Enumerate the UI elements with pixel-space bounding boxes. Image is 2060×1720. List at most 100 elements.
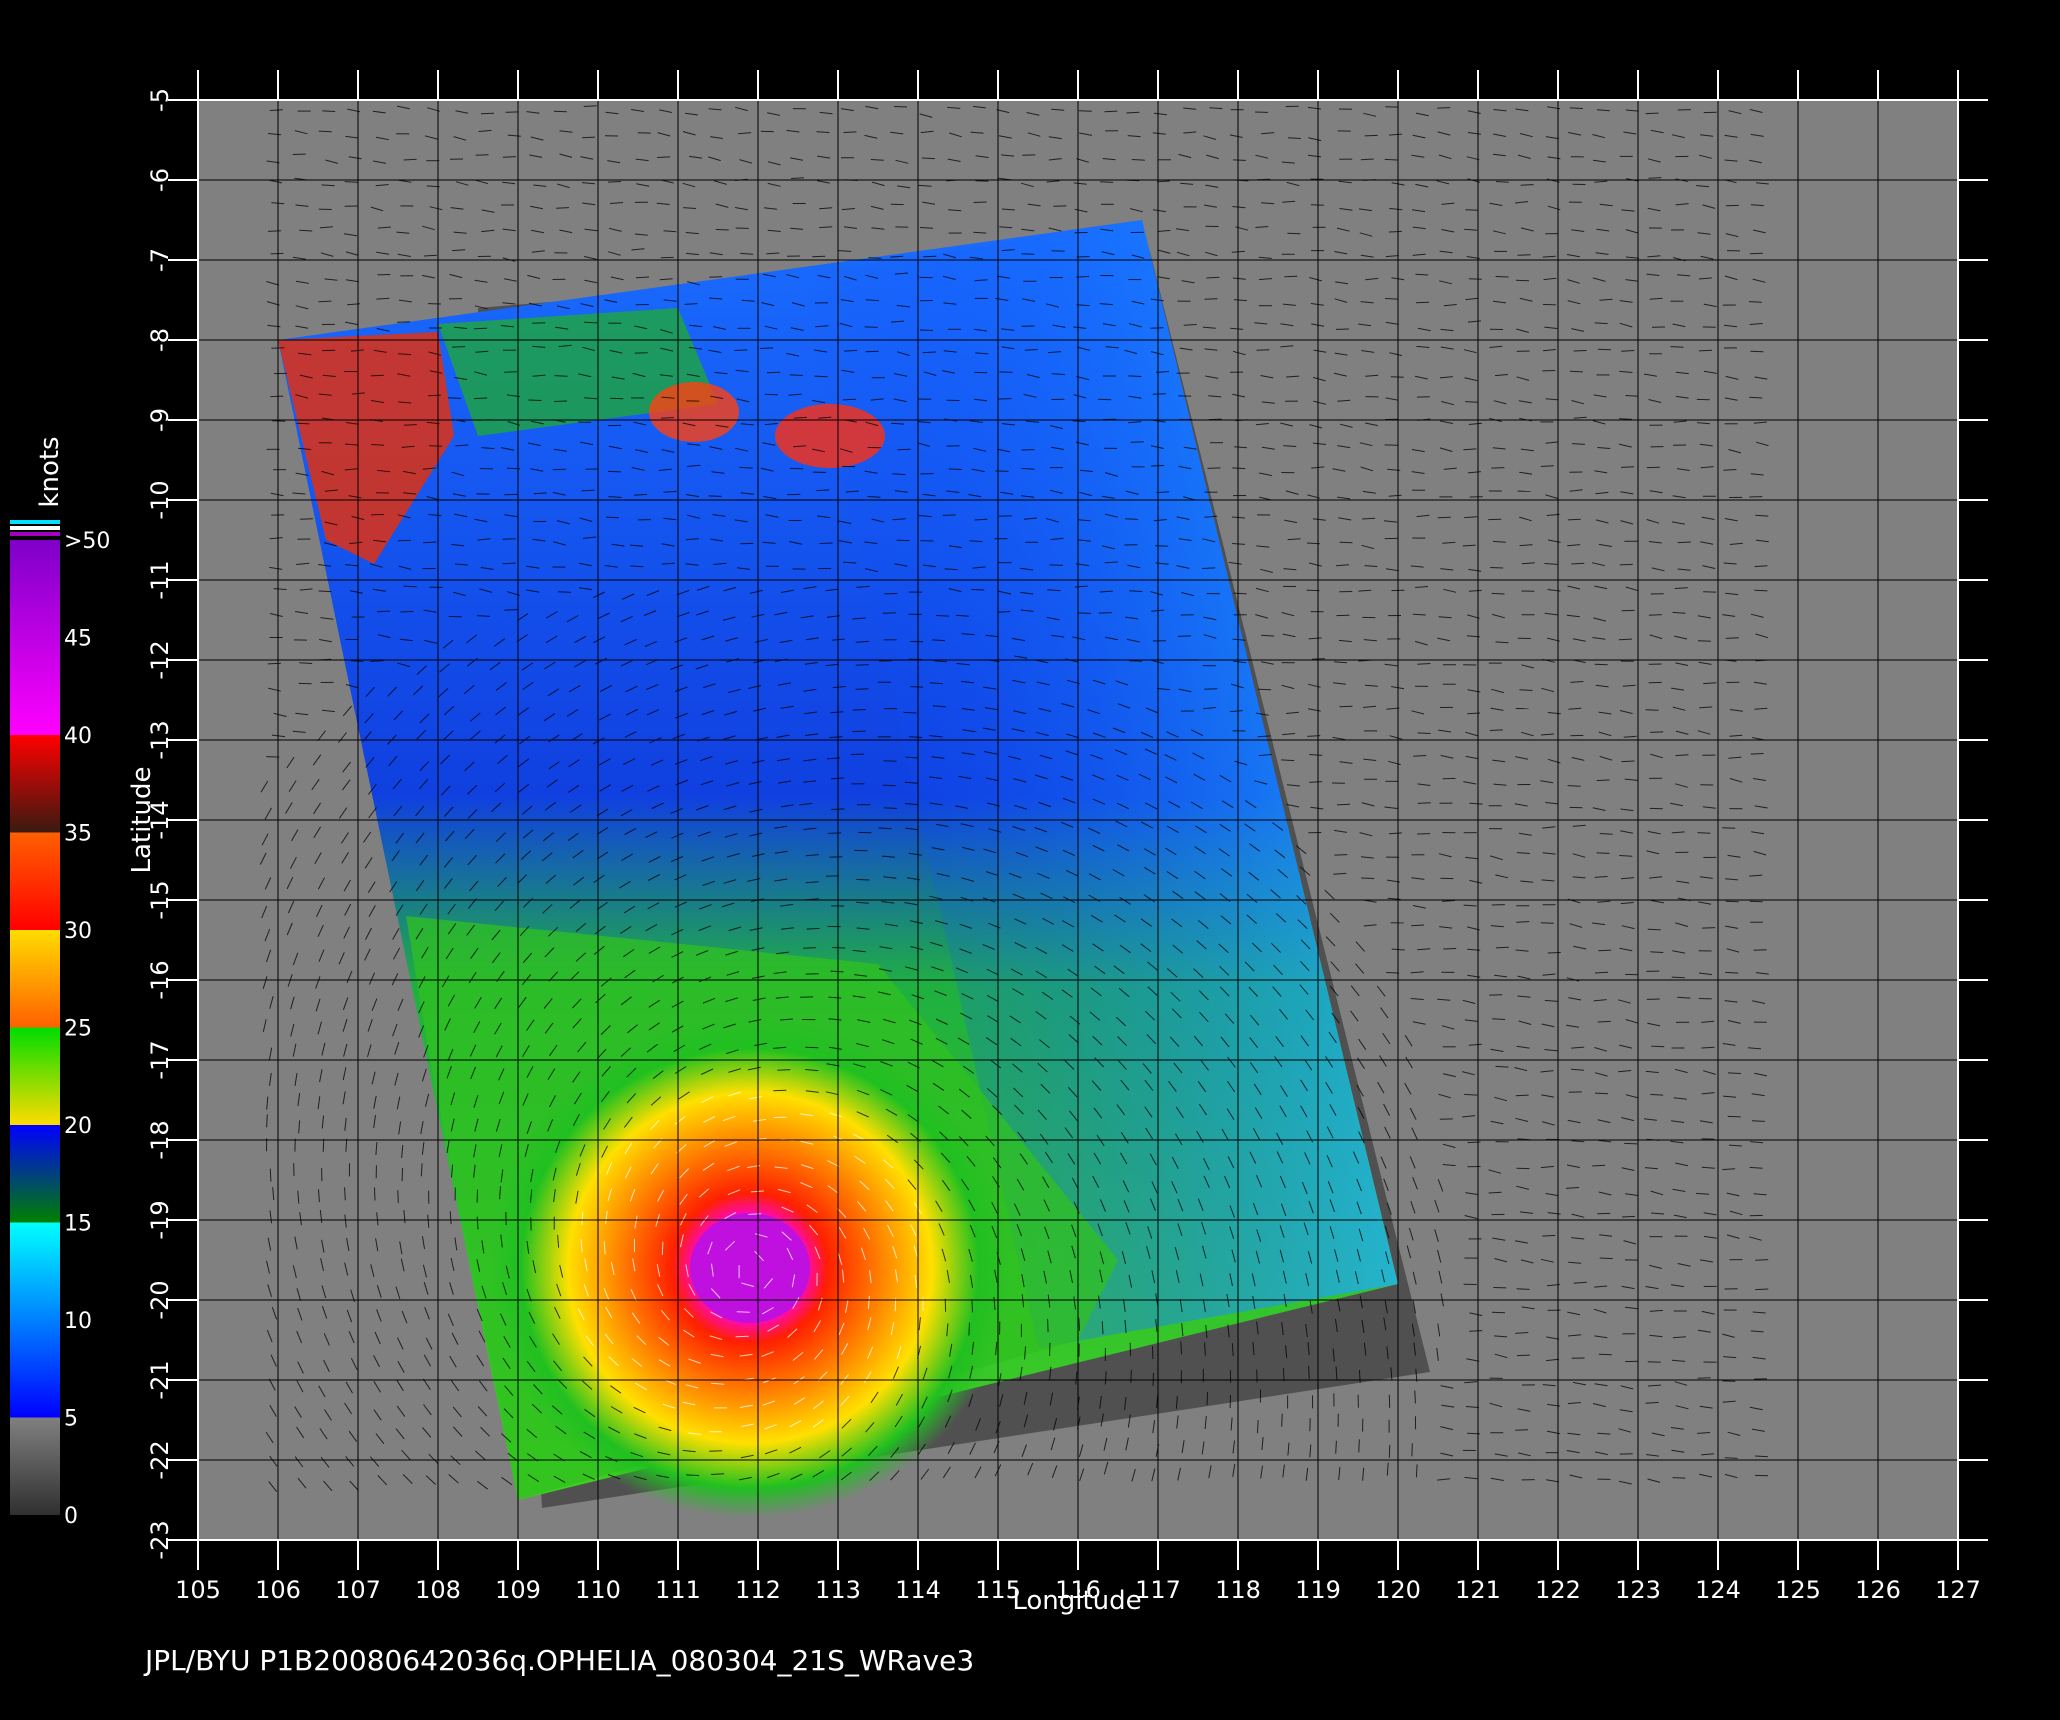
- y-tick-label: -22: [146, 1440, 174, 1479]
- y-tick-label: -23: [146, 1520, 174, 1559]
- legend-label: 10: [64, 1309, 92, 1334]
- wind-barb: [734, 349, 748, 351]
- wind-barb: [816, 489, 830, 492]
- wind-barb: [1722, 1380, 1736, 1382]
- wind-barb: [1390, 376, 1404, 378]
- wind-barb: [1698, 349, 1713, 352]
- wind-barb: [403, 424, 417, 426]
- wind-barb: [400, 610, 414, 613]
- wind-barb: [1078, 110, 1092, 112]
- wind-barb: [1129, 660, 1143, 662]
- wind-barb: [1725, 637, 1739, 639]
- wind-barb: [1465, 401, 1479, 403]
- wind-barb: [1621, 760, 1635, 763]
- wind-barb: [936, 615, 950, 617]
- wind-barb: [1727, 1072, 1741, 1074]
- wind-barb: [1207, 467, 1221, 469]
- x-tick-label: 111: [655, 1576, 701, 1604]
- wind-barb: [272, 420, 286, 422]
- wind-barb: [806, 927, 820, 930]
- legend-labels: >50 45 40 35 30 25 20 15 10 5 0: [64, 529, 110, 1529]
- wind-barb: [1648, 177, 1662, 179]
- wind-barb: [1098, 612, 1112, 614]
- wind-barb: [1415, 1464, 1418, 1478]
- legend-band: [10, 540, 60, 735]
- wind-barb: [1520, 184, 1534, 186]
- legend-label: 15: [64, 1212, 92, 1237]
- y-tick-label: -16: [146, 960, 174, 999]
- wind-barb: [584, 321, 598, 324]
- wind-barb: [1465, 209, 1479, 211]
- wind-barb: [919, 329, 933, 331]
- wind-barb: [267, 230, 281, 232]
- wind-barb: [1516, 1354, 1530, 1357]
- wind-barb: [1334, 854, 1348, 856]
- wind-barb: [1336, 803, 1351, 806]
- wind-barb: [842, 398, 857, 401]
- wind-barb: [1258, 688, 1272, 691]
- wind-barb: [748, 1213, 762, 1215]
- wind-barb: [1749, 900, 1763, 903]
- x-tick-label: 119: [1295, 1576, 1341, 1604]
- wind-barb: [971, 1299, 973, 1313]
- wind-barb: [1364, 134, 1378, 137]
- wind-barb: [1156, 180, 1170, 183]
- wind-barb: [1569, 370, 1583, 373]
- wind-barb: [1202, 567, 1216, 569]
- wind-barb: [1287, 232, 1301, 235]
- wind-barb: [1621, 1215, 1636, 1218]
- wind-barb: [867, 496, 881, 498]
- wind-barb: [1204, 298, 1218, 300]
- x-tick-label: 122: [1535, 1576, 1581, 1604]
- wind-barb: [1437, 516, 1451, 519]
- wind-barb: [605, 516, 619, 519]
- wind-speed-legend: knots >50 45 40 35 30 25 20 15 10 5 0: [10, 436, 110, 1529]
- wind-barb: [1281, 759, 1295, 762]
- wind-barb: [1594, 1092, 1609, 1095]
- x-tick-label: 120: [1375, 1576, 1421, 1604]
- wind-barb: [739, 466, 753, 469]
- x-tick-label: 125: [1775, 1576, 1821, 1604]
- wind-barb: [1204, 688, 1218, 690]
- wind-barb: [1645, 709, 1659, 711]
- wind-barb: [1542, 1234, 1556, 1237]
- x-tick-label: 106: [255, 1576, 301, 1604]
- wind-barb: [832, 947, 846, 949]
- wind-barb: [1647, 1361, 1661, 1363]
- wind-barb: [556, 207, 570, 209]
- wind-barb: [269, 1168, 272, 1182]
- wind-barb: [1650, 1094, 1664, 1096]
- legend-label: 35: [64, 822, 92, 847]
- wind-barb: [766, 371, 781, 374]
- wind-barb: [1100, 181, 1114, 183]
- convective-cell: [649, 382, 739, 442]
- wind-barb: [270, 252, 284, 255]
- wind-barb: [1129, 590, 1143, 592]
- convective-cell: [775, 404, 885, 468]
- wind-barb: [267, 662, 281, 665]
- wind-barb: [1725, 900, 1739, 903]
- wind-barb: [865, 350, 879, 353]
- wind-barb: [973, 201, 987, 203]
- wind-barb: [805, 1046, 819, 1049]
- wind-barb: [376, 610, 391, 613]
- wind-barb: [855, 664, 869, 666]
- legend-band: [10, 832, 60, 930]
- wind-barb: [1047, 1319, 1049, 1333]
- legend-color-bar: [10, 520, 60, 1515]
- wind-barb: [1388, 230, 1402, 233]
- wind-barb: [1516, 1288, 1530, 1290]
- wind-barb: [374, 1187, 376, 1201]
- wind-barb: [1468, 278, 1482, 280]
- x-tick-label: 110: [575, 1576, 621, 1604]
- x-tick-label: 127: [1935, 1576, 1981, 1604]
- legend-cap: [10, 520, 60, 524]
- wind-barb: [1339, 541, 1353, 544]
- wind-barb: [816, 131, 830, 133]
- wind-barb: [1384, 298, 1398, 300]
- wind-barb: [1232, 467, 1246, 470]
- wind-barb: [1724, 1457, 1738, 1459]
- wind-barb: [828, 832, 842, 834]
- wind-barb: [1519, 689, 1533, 691]
- wind-barb: [1597, 1020, 1611, 1023]
